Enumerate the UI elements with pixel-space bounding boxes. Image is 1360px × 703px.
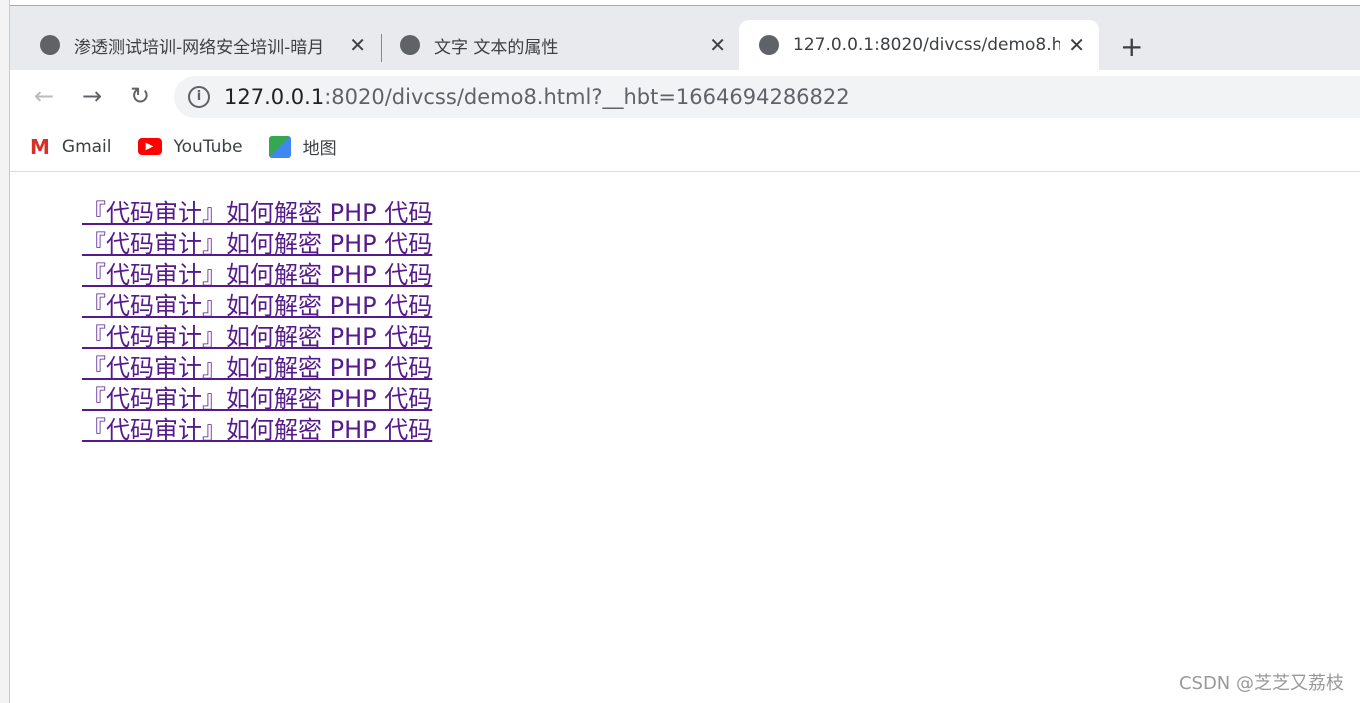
address-bar[interactable]: i 127.0.0.1:8020/divcss/demo8.html?__hbt…: [174, 76, 1360, 118]
close-icon[interactable]: ✕: [1068, 33, 1085, 57]
tab-title: 文字 文本的属性: [434, 37, 559, 58]
watermark: CSDN @芝芝又荔枝: [1178, 673, 1344, 694]
youtube-icon: ▶: [137, 138, 162, 155]
background-window: [0, 0, 10, 703]
close-icon[interactable]: ✕: [349, 33, 366, 57]
article-link[interactable]: 『代码审计』如何解密 PHP 代码: [82, 260, 432, 291]
info-icon[interactable]: i: [188, 86, 210, 108]
bookmarks-bar: M Gmail ▶ YouTube 地图: [10, 122, 1360, 172]
globe-icon: [40, 35, 60, 55]
gmail-icon: M: [30, 134, 50, 159]
maps-icon: [268, 135, 291, 158]
url-path: :8020/divcss/demo8.html?__hbt=1664694286…: [324, 85, 850, 109]
tab-bar: 渗透测试培训-网络安全培训-暗月 ✕ 文字 文本的属性 ✕ 127.0.0.1:…: [10, 6, 1360, 70]
reload-button[interactable]: ↻: [116, 82, 164, 110]
tab-1[interactable]: 渗透测试培训-网络安全培训-暗月 ✕: [20, 20, 380, 70]
article-link[interactable]: 『代码审计』如何解密 PHP 代码: [82, 415, 432, 446]
url-host: 127.0.0.1: [224, 85, 325, 109]
forward-button[interactable]: →: [68, 82, 116, 110]
page-content: 『代码审计』如何解密 PHP 代码 『代码审计』如何解密 PHP 代码 『代码审…: [10, 172, 1360, 446]
browser-window: 渗透测试培训-网络安全培训-暗月 ✕ 文字 文本的属性 ✕ 127.0.0.1:…: [10, 5, 1360, 703]
back-button[interactable]: ←: [20, 82, 68, 110]
toolbar: ← → ↻ i 127.0.0.1:8020/divcss/demo8.html…: [10, 70, 1360, 122]
tab-title: 127.0.0.1:8020/divcss/demo8.h: [793, 35, 1061, 55]
article-link[interactable]: 『代码审计』如何解密 PHP 代码: [82, 384, 432, 415]
tab-3-active[interactable]: 127.0.0.1:8020/divcss/demo8.h ✕: [739, 20, 1099, 70]
bookmark-label: Gmail: [61, 136, 112, 157]
article-link[interactable]: 『代码审计』如何解密 PHP 代码: [82, 198, 432, 229]
globe-icon: [400, 35, 420, 55]
article-link[interactable]: 『代码审计』如何解密 PHP 代码: [82, 229, 432, 260]
tab-title: 渗透测试培训-网络安全培训-暗月: [74, 37, 325, 58]
article-link[interactable]: 『代码审计』如何解密 PHP 代码: [82, 322, 432, 353]
article-link[interactable]: 『代码审计』如何解密 PHP 代码: [82, 353, 432, 384]
bookmark-youtube[interactable]: ▶ YouTube: [137, 136, 243, 157]
bookmark-gmail[interactable]: M Gmail: [30, 135, 112, 159]
globe-icon: [759, 35, 779, 55]
new-tab-button[interactable]: +: [1120, 30, 1143, 63]
bookmark-maps[interactable]: 地图: [268, 134, 337, 159]
tab-2[interactable]: 文字 文本的属性 ✕: [380, 20, 740, 70]
bookmark-label: 地图: [302, 139, 337, 159]
close-icon[interactable]: ✕: [709, 33, 726, 57]
article-link[interactable]: 『代码审计』如何解密 PHP 代码: [82, 291, 432, 322]
bookmark-label: YouTube: [173, 136, 243, 157]
